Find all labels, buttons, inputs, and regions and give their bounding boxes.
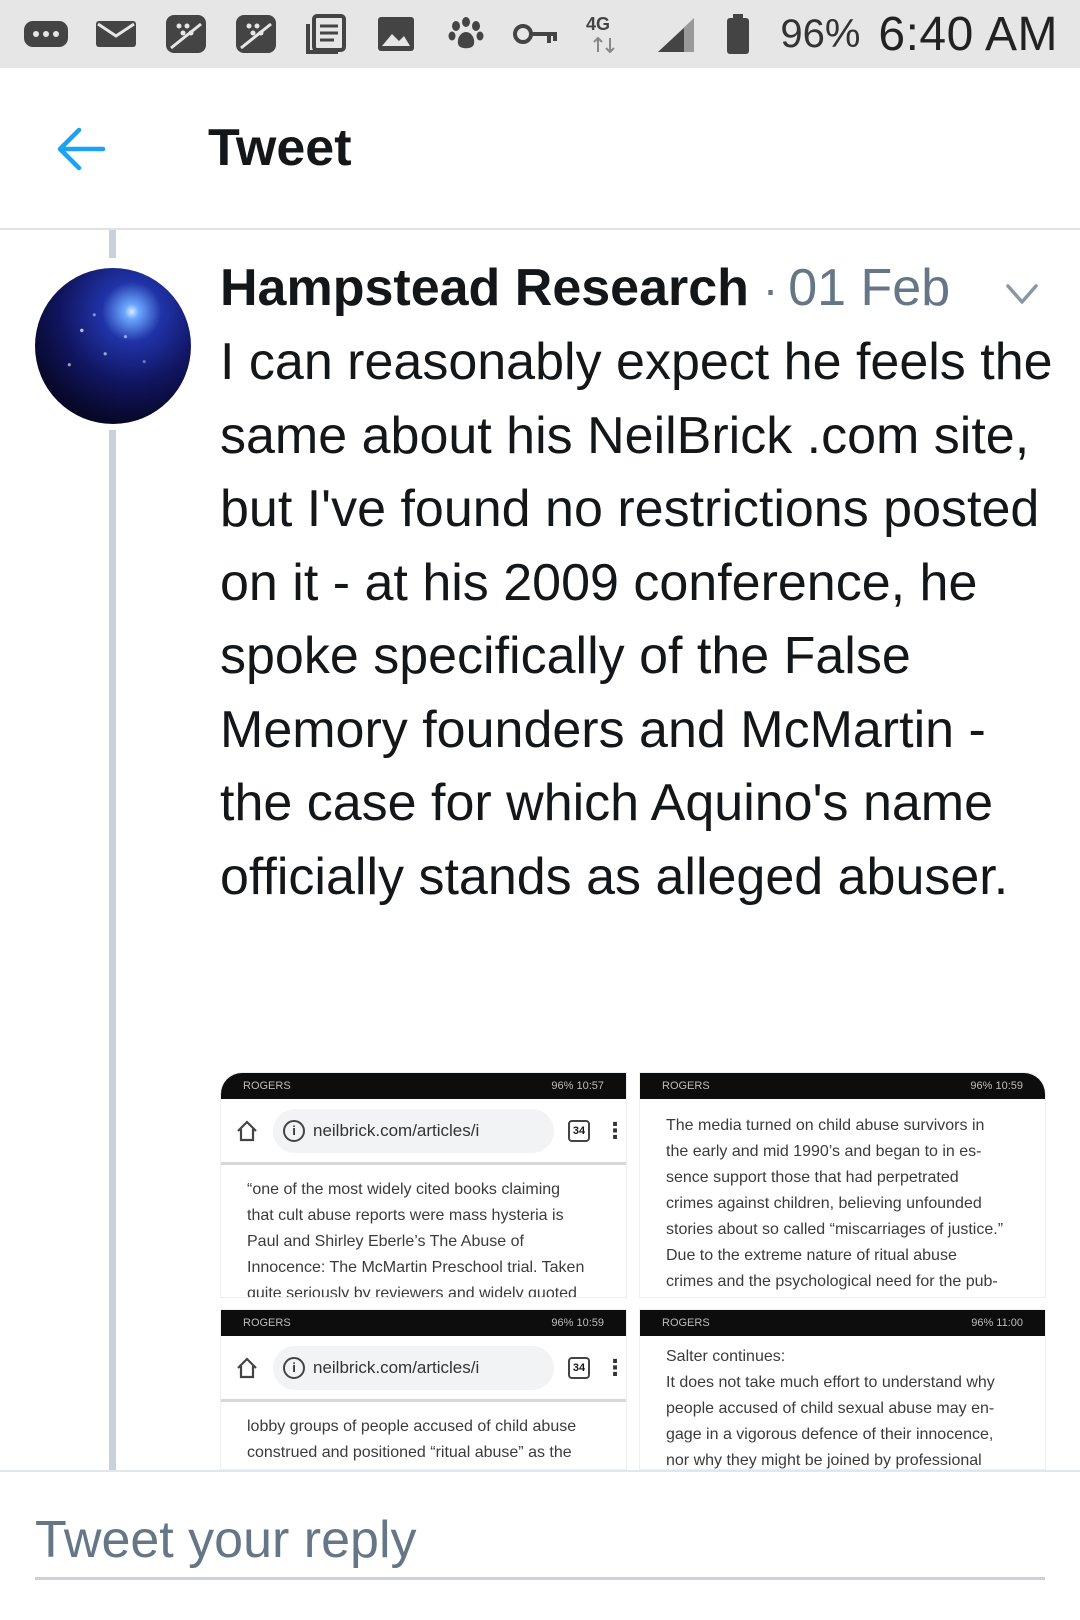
tab-count-icon: 34	[568, 1119, 590, 1142]
info-icon: i	[283, 1356, 305, 1379]
mail-icon	[92, 14, 140, 54]
screenshot-line: It does not take much effort to understa…	[666, 1374, 995, 1391]
page-title: Tweet	[208, 119, 352, 177]
carrier-label: ROGERS	[243, 1080, 291, 1092]
blackberry-icon	[162, 14, 210, 54]
thread-line-top	[109, 230, 116, 258]
screenshot-clock: 96% 10:59	[970, 1080, 1023, 1092]
screenshot-status-bar: ROGERS 96% 10:59	[640, 1073, 1045, 1099]
chevron-down-icon	[1006, 284, 1038, 304]
screenshot-clock: 96% 10:57	[551, 1080, 604, 1092]
screenshot-line: lobby groups of people accused of child …	[247, 1418, 577, 1435]
screenshot-body: The media turned on child abuse survivor…	[640, 1099, 1045, 1297]
media-image-2[interactable]: ROGERS 96% 10:59 The media turned on chi…	[639, 1072, 1046, 1298]
battery-percent: 96%	[780, 11, 861, 56]
screenshot-line: stories about so called “miscarriages of…	[666, 1221, 1004, 1238]
screenshot-line: crimes against children, believing unfou…	[666, 1195, 982, 1212]
screenshot-url-bar: i neilbrick.com/articles/i 34 ⋮	[221, 1099, 626, 1165]
blackberry-icon	[232, 14, 280, 54]
app-header: Tweet	[0, 68, 1080, 230]
screenshot-line: the early and mid 1990’s and began to in…	[666, 1143, 982, 1160]
key-icon	[512, 14, 560, 54]
screenshot-body: lobby groups of people accused of child …	[221, 1402, 626, 1469]
screenshot-line: crimes and the psychological need for th…	[666, 1273, 998, 1290]
tweet-text: I can reasonably expect he feels the sam…	[220, 333, 1053, 906]
more-vert-icon: ⋮	[604, 1117, 626, 1143]
avatar[interactable]	[35, 268, 191, 424]
screenshot-body: Salter continues: It does not take much …	[640, 1336, 1045, 1469]
tweet-header: Hampstead Research · 01 Feb	[220, 258, 950, 326]
screenshot-line: gage in a vigorous defence of their inno…	[666, 1426, 994, 1443]
url-text: neilbrick.com/articles/i	[313, 1120, 480, 1140]
tab-count-icon: 34	[568, 1356, 590, 1379]
screenshot-body: “one of the most widely cited books clai…	[221, 1165, 626, 1298]
screenshot-line: construed and positioned “ritual abuse” …	[247, 1444, 572, 1461]
carrier-label: ROGERS	[243, 1317, 291, 1329]
tweet-options-button[interactable]	[1000, 276, 1044, 312]
screenshot-line: nor why they might be joined by professi…	[666, 1452, 982, 1469]
info-icon: i	[283, 1119, 305, 1142]
thread-line-bottom	[109, 430, 116, 1470]
screenshot-line: “one of the most widely cited books clai…	[247, 1181, 561, 1198]
screenshot-line: Paul and Shirley Eberle’s The Abuse of	[247, 1233, 524, 1250]
screenshot-clock: 96% 11:00	[971, 1317, 1023, 1329]
media-grid: ROGERS 96% 10:57 i neilbrick.com/article…	[220, 1072, 1048, 1470]
home-icon	[237, 1119, 257, 1141]
screenshot-clock: 96% 10:59	[551, 1317, 604, 1329]
signal-icon	[652, 14, 700, 54]
media-image-4[interactable]: ROGERS 96% 11:00 Salter continues: It do…	[639, 1309, 1046, 1470]
carrier-label: ROGERS	[662, 1317, 710, 1329]
media-image-3[interactable]: ROGERS 96% 10:59 i neilbrick.com/article…	[220, 1309, 627, 1470]
battery-icon	[714, 14, 762, 54]
meta-separator: ·	[762, 263, 779, 315]
carrier-label: ROGERS	[662, 1080, 710, 1092]
gallery-icon	[372, 14, 420, 54]
url-field: i neilbrick.com/articles/i	[273, 1108, 554, 1153]
more-vert-icon: ⋮	[604, 1354, 626, 1380]
screenshot-line: sence support those that had perpetrated	[666, 1169, 959, 1186]
screenshot-line: Salter continues:	[666, 1348, 786, 1365]
screenshot-url-bar: i neilbrick.com/articles/i 34 ⋮	[221, 1336, 626, 1402]
media-image-1[interactable]: ROGERS 96% 10:57 i neilbrick.com/article…	[220, 1072, 627, 1298]
url-text: neilbrick.com/articles/i	[313, 1357, 480, 1377]
news-icon	[302, 14, 350, 54]
network-4g-icon: 4G	[582, 14, 630, 54]
screenshot-line: The media turned on child abuse survivor…	[666, 1117, 985, 1134]
screenshot-line: Innocence: The McMartin Preschool trial.…	[247, 1259, 585, 1276]
home-icon	[237, 1356, 257, 1378]
screenshot-line: people accused of child sexual abuse may…	[666, 1400, 995, 1417]
url-field: i neilbrick.com/articles/i	[273, 1345, 554, 1390]
tweet-date: 01 Feb	[788, 259, 951, 317]
author-name[interactable]: Hampstead Research	[220, 258, 749, 318]
svg-text:4G: 4G	[586, 14, 610, 34]
screenshot-status-bar: ROGERS 96% 10:57	[221, 1073, 626, 1099]
screenshot-line: Due to the extreme nature of ritual abus…	[666, 1247, 957, 1264]
reply-bar: Tweet your reply	[0, 1470, 1080, 1620]
screenshot-status-bar: ROGERS 96% 10:59	[221, 1310, 626, 1336]
reply-input[interactable]: Tweet your reply	[35, 1510, 1045, 1580]
paw-icon	[442, 14, 490, 54]
status-bar: 4G 96% 6:40 AM	[0, 0, 1080, 68]
back-arrow-icon	[57, 127, 106, 171]
back-button[interactable]	[50, 118, 112, 180]
more-icon	[22, 14, 70, 54]
screenshot-line: quite seriously by reviewers and widely …	[247, 1285, 577, 1298]
clock: 6:40 AM	[878, 7, 1058, 61]
screenshot-status-bar: ROGERS 96% 11:00	[640, 1310, 1045, 1336]
screenshot-line: that cult abuse reports were mass hyster…	[247, 1207, 564, 1224]
